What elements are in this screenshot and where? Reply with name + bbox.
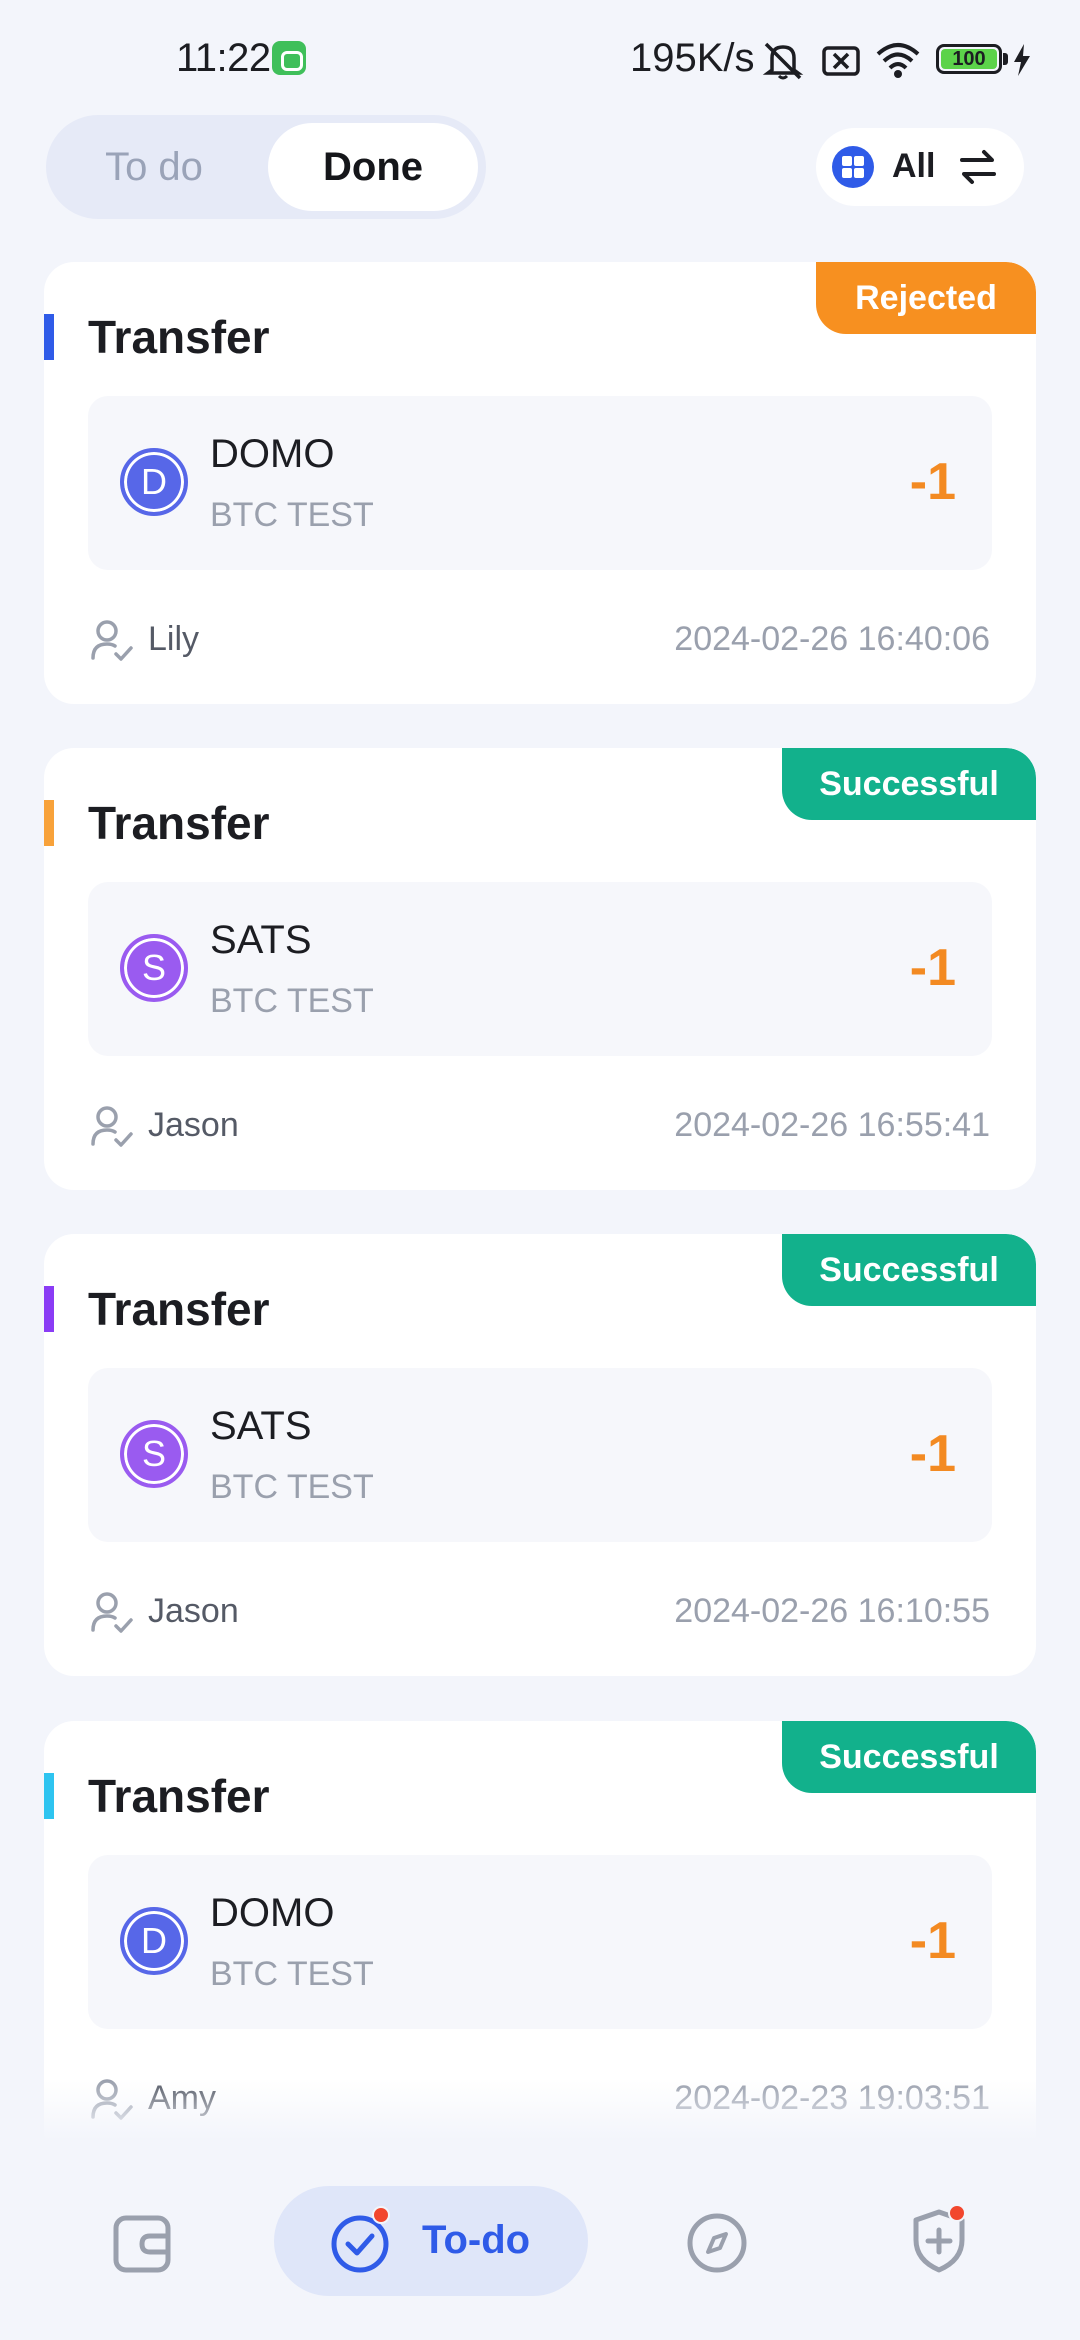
nav-security[interactable] [906, 2204, 972, 2281]
asset-network: BTC TEST [210, 982, 374, 1020]
status-badge: Rejected [816, 262, 1036, 334]
asset-amount: -1 [909, 1912, 956, 1970]
approver-name: Jason [148, 1592, 239, 1630]
status-badge: Successful [782, 1234, 1036, 1306]
asset-avatar: S [120, 1420, 188, 1488]
asset-row: S SATS BTC TEST -1 [88, 1368, 992, 1542]
asset-avatar: D [120, 1907, 188, 1975]
user-check-icon [91, 1592, 133, 1633]
card-title: Transfer [88, 797, 270, 849]
transfer-card[interactable]: Transfer Successful S SATS BTC TEST -1 J… [44, 1234, 1036, 1676]
asset-name: SATS [210, 1404, 312, 1448]
card-accent-bar [44, 1286, 54, 1332]
battery-tip [1003, 53, 1008, 65]
asset-name: DOMO [210, 432, 335, 476]
transfer-card[interactable]: Transfer Successful S SATS BTC TEST -1 J… [44, 748, 1036, 1190]
tab-done[interactable]: Done [268, 123, 478, 211]
asset-network: BTC TEST [210, 1955, 374, 1993]
mute-bell-icon [762, 42, 804, 80]
transfer-card[interactable]: Transfer Rejected D DOMO BTC TEST -1 Lil… [44, 262, 1036, 704]
app-notification-icon [272, 41, 306, 75]
asset-amount: -1 [909, 1425, 956, 1483]
user-check-icon [91, 620, 133, 661]
grid-icon [832, 146, 874, 188]
asset-row: D DOMO BTC TEST -1 [88, 1855, 992, 2029]
status-bar: 11:22 195K/s 100 [0, 0, 1080, 110]
card-timestamp: 2024-02-26 16:10:55 [674, 1592, 990, 1630]
status-time: 11:22 [176, 36, 271, 80]
app-screen: 11:22 195K/s 100 To do Done All Transfer… [0, 0, 1080, 2340]
asset-network: BTC TEST [210, 1468, 374, 1506]
bottom-nav: To-do [0, 2140, 1080, 2340]
user-check-icon [91, 1106, 133, 1147]
security-badge-dot [948, 2204, 966, 2222]
status-badge: Successful [782, 748, 1036, 820]
asset-avatar: S [120, 934, 188, 1002]
nav-to-do[interactable]: To-do [274, 2186, 588, 2296]
asset-row: D DOMO BTC TEST -1 [88, 396, 992, 570]
nav-to-do-label: To-do [422, 2218, 531, 2262]
no-sim-icon [822, 46, 860, 76]
card-accent-bar [44, 800, 54, 846]
asset-network: BTC TEST [210, 496, 374, 534]
wifi-icon [876, 43, 920, 78]
todo-badge-dot [372, 2206, 390, 2224]
card-title: Transfer [88, 1283, 270, 1335]
card-accent-bar [44, 1773, 54, 1819]
nav-discover[interactable] [684, 2210, 750, 2281]
battery-icon: 100 [936, 44, 1002, 74]
wallet-icon [113, 2215, 171, 2273]
filter-label: All [892, 147, 936, 185]
asset-row: S SATS BTC TEST -1 [88, 882, 992, 1056]
asset-amount: -1 [909, 939, 956, 997]
card-title: Transfer [88, 311, 270, 363]
charging-icon [1014, 44, 1030, 76]
tab-to-do[interactable]: To do [54, 123, 254, 211]
status-badge: Successful [782, 1721, 1036, 1793]
swap-icon [960, 150, 996, 184]
asset-name: SATS [210, 918, 312, 962]
battery-level: 100 [941, 49, 997, 69]
compass-icon [687, 2213, 747, 2273]
asset-name: DOMO [210, 1891, 335, 1935]
card-timestamp: 2024-02-26 16:40:06 [674, 620, 990, 658]
approver-name: Lily [148, 620, 200, 658]
filter-all-button[interactable]: All [816, 128, 1024, 206]
card-accent-bar [44, 314, 54, 360]
approver-name: Jason [148, 1106, 239, 1144]
card-timestamp: 2024-02-26 16:55:41 [674, 1106, 990, 1144]
todo-done-toggle: To do Done [46, 115, 486, 219]
bottom-fade [0, 2080, 1080, 2140]
card-title: Transfer [88, 1770, 270, 1822]
asset-avatar: D [120, 448, 188, 516]
network-speed: 195K/s [630, 36, 755, 80]
nav-wallet[interactable] [110, 2212, 176, 2281]
asset-amount: -1 [909, 453, 956, 511]
